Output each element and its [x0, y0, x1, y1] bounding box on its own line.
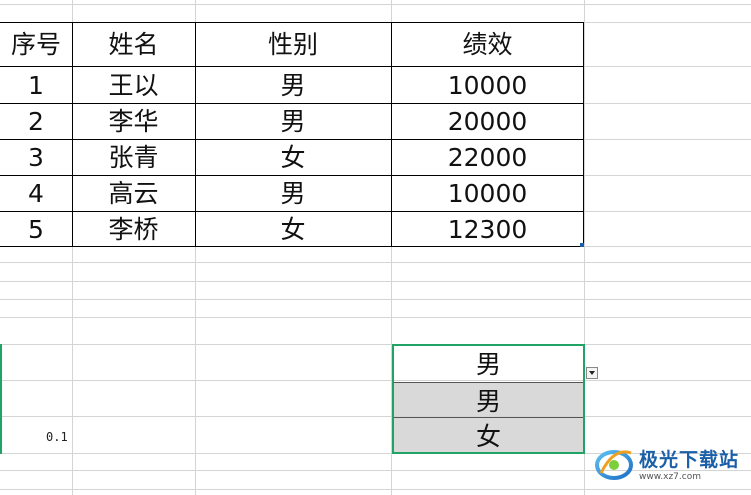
dropdown-arrow-icon [589, 371, 595, 375]
table-cell[interactable]: 李桥 [72, 212, 195, 246]
dropdown-selected-value[interactable]: 男 [394, 346, 583, 380]
column-header[interactable]: 姓名 [72, 23, 195, 66]
table-cell[interactable]: 22000 [391, 140, 584, 175]
table-cell[interactable]: 男 [195, 176, 391, 211]
watermark-site: www.xz7.com [639, 471, 701, 482]
table-cell[interactable]: 10000 [391, 67, 584, 103]
dropdown-arrow-button[interactable] [586, 367, 598, 379]
table-cell[interactable]: 20000 [391, 104, 584, 139]
table-cell[interactable]: 女 [195, 140, 391, 175]
table-cell[interactable]: 10000 [391, 176, 584, 211]
selection-edge [0, 344, 2, 454]
table-cell[interactable]: 1 [0, 67, 72, 103]
table-cell[interactable]: 12300 [391, 212, 584, 246]
site-logo-icon [595, 450, 633, 480]
column-header[interactable]: 序号 [0, 23, 72, 66]
table-cell[interactable]: 4 [0, 176, 72, 211]
table-cell[interactable]: 男 [195, 104, 391, 139]
table-border [0, 246, 584, 247]
table-cell[interactable]: 李华 [72, 104, 195, 139]
table-cell[interactable]: 2 [0, 104, 72, 139]
dropdown-option[interactable]: 男 [394, 382, 583, 416]
table-cell[interactable]: 女 [195, 212, 391, 246]
table-cell[interactable]: 高云 [72, 176, 195, 211]
table-cell[interactable]: 张青 [72, 140, 195, 175]
column-header[interactable]: 绩效 [391, 23, 584, 66]
cell-value[interactable]: 0.1 [46, 430, 68, 444]
table-cell[interactable]: 5 [0, 212, 72, 246]
table-cell[interactable]: 王以 [72, 67, 195, 103]
fill-handle[interactable] [580, 243, 584, 247]
table-cell[interactable]: 3 [0, 140, 72, 175]
table-cell[interactable]: 男 [195, 67, 391, 103]
dropdown-option[interactable]: 女 [394, 417, 583, 452]
column-header[interactable]: 性别 [195, 23, 391, 66]
site-logo: 极光下载站 www.xz7.com [593, 441, 743, 485]
watermark-text: 极光下载站 [639, 448, 740, 471]
